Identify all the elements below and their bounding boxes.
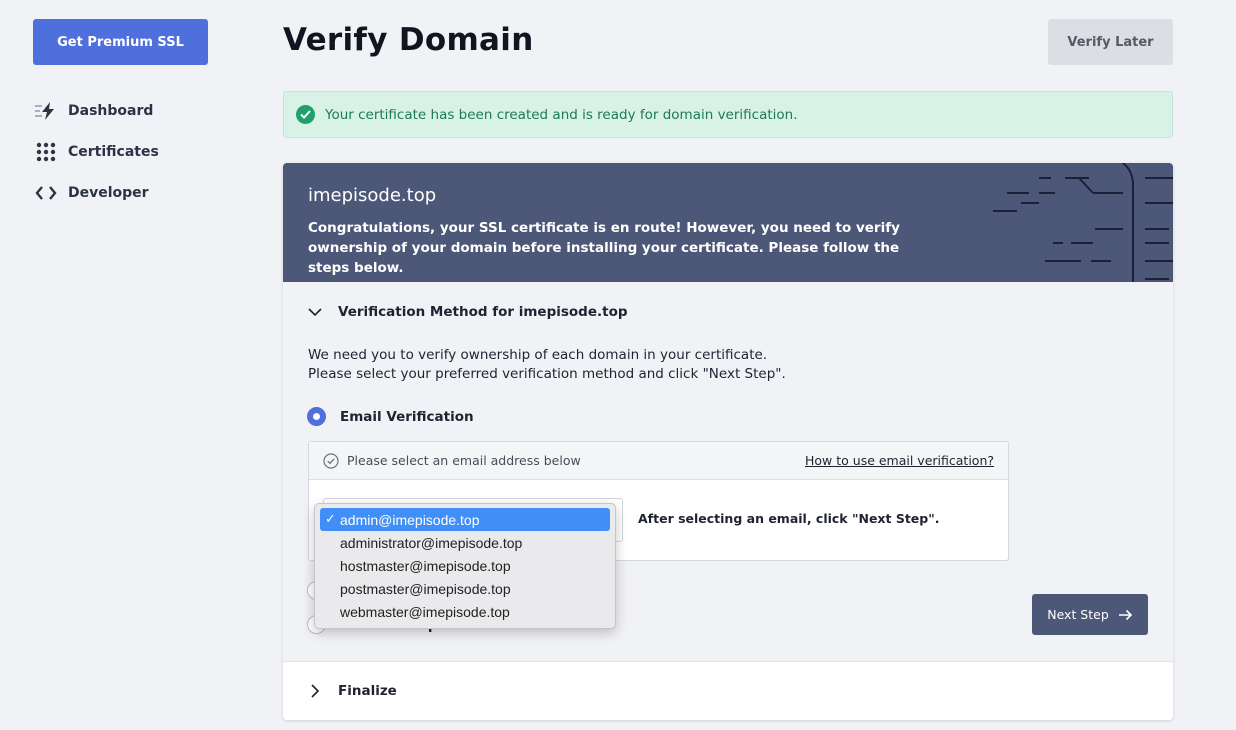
- finalize-label: Finalize: [338, 683, 397, 699]
- verification-method-header[interactable]: Verification Method for imepisode.top: [283, 282, 1173, 342]
- email-option-admin[interactable]: ✓ admin@imepisode.top: [320, 508, 610, 531]
- sidebar-item-developer[interactable]: Developer: [34, 181, 159, 205]
- success-alert: Your certificate has been created and is…: [283, 91, 1173, 138]
- finalize-step-header[interactable]: Finalize: [283, 661, 1173, 720]
- email-option-webmaster[interactable]: webmaster@imepisode.top: [320, 600, 610, 623]
- verification-method-title: Verification Method for imepisode.top: [338, 304, 628, 320]
- lightning-icon: [34, 101, 58, 121]
- email-dropdown-menu: ✓ admin@imepisode.top administrator@imep…: [314, 503, 616, 629]
- alert-message: Your certificate has been created and is…: [325, 106, 798, 123]
- domain-title: imepisode.top: [308, 185, 437, 206]
- email-panel-header: Please select an email address below How…: [309, 442, 1008, 480]
- check-circle-icon: [296, 105, 315, 124]
- grid-icon: [34, 142, 58, 162]
- domain-hero: imepisode.top Congratulations, your SSL …: [283, 163, 1173, 282]
- email-option-administrator[interactable]: administrator@imepisode.top: [320, 531, 610, 554]
- email-help-link[interactable]: How to use email verification?: [805, 453, 994, 468]
- verify-later-button[interactable]: Verify Later: [1048, 19, 1173, 65]
- verification-instructions: We need you to verify ownership of each …: [308, 346, 786, 384]
- email-option-hostmaster[interactable]: hostmaster@imepisode.top: [320, 554, 610, 577]
- email-select-hint: Please select an email address below: [347, 453, 581, 468]
- circuit-decoration-icon: [993, 163, 1173, 282]
- email-verification-radio[interactable]: [307, 407, 326, 426]
- check-circle-outline-icon: [323, 452, 339, 469]
- sidebar-item-dashboard[interactable]: Dashboard: [34, 99, 159, 123]
- code-icon: [34, 183, 58, 203]
- sidebar-item-label: Dashboard: [68, 103, 154, 119]
- email-option-label: postmaster@imepisode.top: [340, 580, 511, 597]
- next-step-label: Next Step: [1047, 607, 1109, 622]
- email-option-label: hostmaster@imepisode.top: [340, 557, 511, 574]
- page-title: Verify Domain: [283, 22, 534, 58]
- sidebar-nav: Dashboard Certificates Developer: [34, 99, 159, 222]
- hero-description: Congratulations, your SSL certificate is…: [308, 220, 900, 276]
- email-option-label: administrator@imepisode.top: [340, 534, 523, 551]
- sidebar-item-label: Developer: [68, 185, 149, 201]
- verification-card: imepisode.top Congratulations, your SSL …: [283, 163, 1173, 720]
- email-option-label: admin@imepisode.top: [340, 511, 480, 528]
- email-option-label: webmaster@imepisode.top: [340, 603, 510, 620]
- email-verification-label: Email Verification: [340, 408, 474, 425]
- chevron-right-icon: [308, 684, 322, 698]
- checkmark-icon: ✓: [325, 511, 336, 526]
- chevron-down-icon: [308, 305, 322, 319]
- email-option-postmaster[interactable]: postmaster@imepisode.top: [320, 577, 610, 600]
- after-select-text: After selecting an email, click "Next St…: [638, 511, 940, 526]
- instruction-line-1: We need you to verify ownership of each …: [308, 347, 768, 363]
- email-verification-option[interactable]: Email Verification: [307, 407, 474, 426]
- get-premium-ssl-button[interactable]: Get Premium SSL: [33, 19, 208, 65]
- arrow-right-icon: [1118, 609, 1133, 621]
- sidebar-item-label: Certificates: [68, 144, 159, 160]
- next-step-button[interactable]: Next Step: [1032, 594, 1148, 635]
- sidebar-item-certificates[interactable]: Certificates: [34, 140, 159, 164]
- instruction-line-2: Please select your preferred verificatio…: [308, 366, 786, 382]
